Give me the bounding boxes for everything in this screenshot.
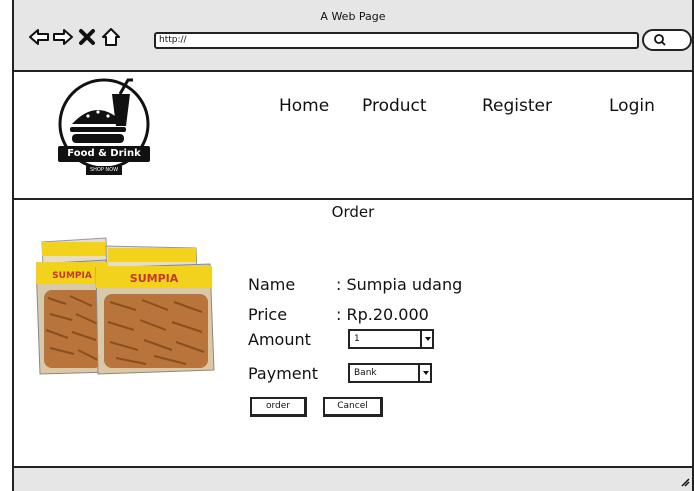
name-value: : Sumpia udang [336, 275, 463, 294]
amount-select-value: 1 [354, 334, 360, 344]
browser-window: A Web Page http:// Food & Drink SHOP NOW… [12, 0, 694, 491]
name-label: Name [248, 275, 296, 294]
price-label: Price [248, 305, 288, 324]
site-header: Food & Drink SHOP NOW Home Product Regis… [14, 72, 692, 200]
back-arrow-icon[interactable] [28, 27, 50, 47]
payment-select-value: Bank [354, 368, 377, 378]
nav-login-link[interactable]: Login [609, 96, 655, 116]
order-button[interactable]: order [250, 397, 307, 417]
logo-text: Food & Drink [67, 148, 141, 159]
nav-product-link[interactable]: Product [362, 96, 427, 116]
payment-label: Payment [248, 364, 319, 383]
forward-arrow-icon[interactable] [52, 27, 74, 47]
resize-grip-icon[interactable] [680, 477, 690, 487]
price-value: : Rp.20.000 [336, 305, 429, 324]
page-title: Order [331, 203, 375, 221]
logo-tagline: SHOP NOW [89, 167, 119, 173]
payment-select[interactable]: Bank [348, 363, 432, 383]
search-button[interactable] [642, 29, 692, 51]
search-icon [654, 34, 666, 46]
amount-select[interactable]: 1 [348, 329, 434, 349]
product-image: SUMPIA SUMPIA [35, 234, 216, 379]
package-brand-text: SUMPIA [52, 271, 92, 281]
url-input[interactable]: http:// [154, 32, 639, 49]
nav-home-link[interactable]: Home [279, 96, 329, 116]
home-icon[interactable] [100, 27, 122, 47]
amount-label: Amount [248, 330, 311, 349]
window-title: A Web Page [320, 10, 386, 23]
chevron-down-icon[interactable] [420, 329, 434, 349]
food-drink-logo[interactable]: Food & Drink SHOP NOW [50, 76, 158, 184]
chevron-down-icon[interactable] [418, 363, 432, 383]
order-section: Order SUMPIA SUMPIA Name: Sumpia udang … [14, 200, 692, 462]
browser-status-bar [14, 466, 692, 491]
nav-register-link[interactable]: Register [482, 96, 552, 116]
browser-toolbar: A Web Page http:// [14, 0, 692, 72]
close-icon[interactable] [76, 27, 98, 47]
package-brand-text: SUMPIA [130, 272, 179, 285]
cancel-button[interactable]: Cancel [323, 397, 383, 417]
